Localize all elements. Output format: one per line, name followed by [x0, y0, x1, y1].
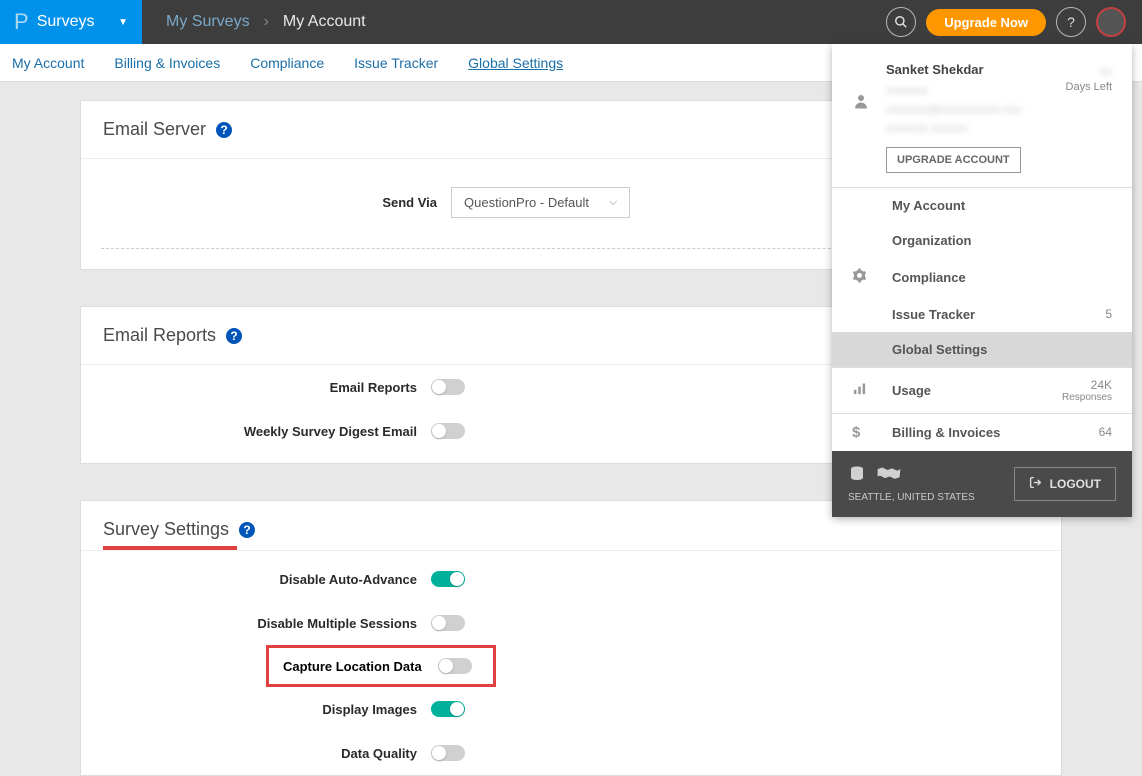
logout-button[interactable]: LOGOUT [1014, 467, 1116, 501]
toggle-capture-location[interactable] [438, 658, 472, 674]
label-disable-multiple-sessions: Disable Multiple Sessions [81, 616, 431, 631]
breadcrumb-last: My Account [283, 13, 366, 31]
upgrade-account-button[interactable]: UPGRADE ACCOUNT [886, 147, 1021, 173]
logout-icon [1029, 476, 1042, 492]
brand-text: Surveys [37, 13, 95, 31]
help-icon[interactable]: ? [239, 522, 255, 538]
card-body: Disable Auto-Advance Disable Multiple Se… [81, 550, 1061, 775]
toggle-data-quality[interactable] [431, 745, 465, 761]
select-value: QuestionPro - Default [464, 195, 589, 210]
toggle-disable-auto-advance[interactable] [431, 571, 465, 587]
label-display-images: Display Images [81, 702, 431, 717]
toggle-display-images[interactable] [431, 701, 465, 717]
bar-chart-icon [852, 381, 892, 400]
card-survey-settings: Survey Settings ? Disable Auto-Advance D… [80, 500, 1062, 776]
avatar[interactable] [1096, 7, 1126, 37]
topbar: P Surveys ▼ My Surveys › My Account Upgr… [0, 0, 1142, 44]
dropdown-item-billing[interactable]: $ Billing & Invoices 64 [832, 414, 1132, 451]
dropdown-item-organization[interactable]: Organization [832, 223, 1132, 258]
dropdown-item-usage[interactable]: Usage 24KResponses [832, 368, 1132, 413]
annotation-highlight-box: Capture Location Data [266, 645, 496, 687]
brand-dropdown[interactable]: P Surveys ▼ [0, 0, 142, 44]
subnav-billing[interactable]: Billing & Invoices [114, 55, 220, 71]
card-title: Survey Settings [103, 519, 229, 540]
dropdown-user-section: Sanket Shekdar xxxxxxx xxxxxxx@xxxxxxxxx… [832, 44, 1132, 187]
subnav-compliance[interactable]: Compliance [250, 55, 324, 71]
topbar-right: Upgrade Now ? [886, 7, 1142, 37]
form-row: Display Images [81, 687, 1061, 731]
form-row: Data Quality [81, 731, 1061, 775]
region-map-icon [876, 465, 902, 488]
label-capture-location: Capture Location Data [283, 659, 422, 674]
subnav-global-settings[interactable]: Global Settings [468, 55, 563, 71]
form-row: Disable Multiple Sessions [81, 601, 1061, 645]
dropdown-item-compliance[interactable]: Compliance [832, 258, 1132, 297]
dropdown-item-global-settings[interactable]: Global Settings [832, 332, 1132, 367]
select-send-via[interactable]: QuestionPro - Default ⌵ [451, 187, 630, 218]
gear-icon [852, 268, 892, 287]
breadcrumb-first[interactable]: My Surveys [166, 13, 250, 31]
upgrade-button[interactable]: Upgrade Now [926, 9, 1046, 36]
account-dropdown-panel: Sanket Shekdar xxxxxxx xxxxxxx@xxxxxxxxx… [832, 44, 1132, 517]
label-send-via: Send Via [101, 195, 451, 210]
dropdown-item-issue-tracker[interactable]: Issue Tracker 5 [832, 297, 1132, 332]
card-title: Email Reports [103, 325, 216, 346]
toggle-email-reports[interactable] [431, 379, 465, 395]
user-email-blurred: xxxxxxx xxxxxxx@xxxxxxxxxx.xxx [886, 81, 1050, 119]
help-icon[interactable]: ? [1056, 7, 1086, 37]
user-name: Sanket Shekdar [886, 62, 1050, 77]
dropdown-menu: My Account Organization Compliance Issue… [832, 187, 1132, 367]
chevron-right-icon: › [264, 13, 269, 31]
user-icon [852, 92, 870, 173]
dollar-icon: $ [852, 424, 892, 441]
user-plan-blurred: xxxxxxx xxxxxx [886, 119, 1050, 138]
dropdown-footer: SEATTLE, UNITED STATES LOGOUT [832, 451, 1132, 517]
days-left: xx Days Left [1066, 62, 1112, 173]
dropdown-item-my-account[interactable]: My Account [832, 188, 1132, 223]
caret-down-icon: ▼ [118, 17, 128, 28]
label-weekly-digest: Weekly Survey Digest Email [81, 424, 431, 439]
label-data-quality: Data Quality [81, 746, 431, 761]
brand-logo-icon: P [14, 9, 29, 35]
toggle-disable-multiple-sessions[interactable] [431, 615, 465, 631]
subnav-my-account[interactable]: My Account [12, 55, 84, 71]
label-disable-auto-advance: Disable Auto-Advance [81, 572, 431, 587]
help-icon[interactable]: ? [216, 122, 232, 138]
database-icon [848, 465, 866, 488]
help-icon[interactable]: ? [226, 328, 242, 344]
search-icon[interactable] [886, 7, 916, 37]
label-email-reports: Email Reports [81, 380, 431, 395]
subnav-issue-tracker[interactable]: Issue Tracker [354, 55, 438, 71]
breadcrumb: My Surveys › My Account [142, 13, 366, 31]
toggle-weekly-digest[interactable] [431, 423, 465, 439]
chevron-down-icon: ⌵ [609, 196, 617, 209]
location-text: SEATTLE, UNITED STATES [848, 492, 975, 503]
card-title: Email Server [103, 119, 206, 140]
form-row: Disable Auto-Advance [81, 557, 1061, 601]
